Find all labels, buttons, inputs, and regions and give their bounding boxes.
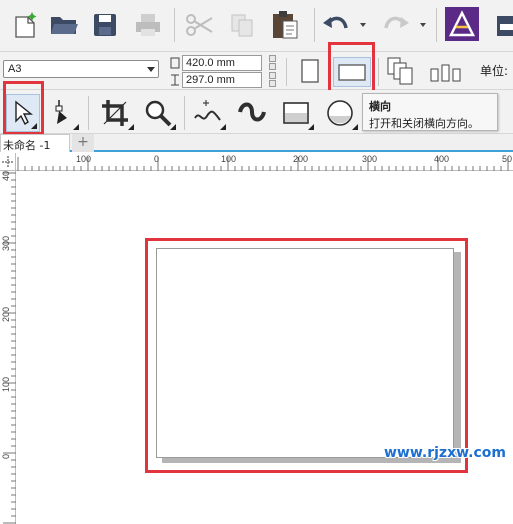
landscape-icon xyxy=(338,64,366,81)
toolbar-separator xyxy=(378,58,379,86)
all-pages-button[interactable] xyxy=(384,54,420,88)
flyout-corner-icon xyxy=(31,123,37,129)
tab-label: 未命名 -1 xyxy=(3,139,51,152)
undo-icon[interactable] xyxy=(320,10,354,40)
ruler-label: 300 xyxy=(1,236,11,252)
all-pages-icon xyxy=(387,57,413,85)
portrait-icon xyxy=(301,59,319,83)
freehand-tool-button[interactable] xyxy=(188,94,228,132)
ruler-label: 50 xyxy=(502,154,513,164)
ellipse-tool-button[interactable] xyxy=(320,94,360,132)
save-icon[interactable] xyxy=(90,10,120,40)
document-page[interactable] xyxy=(156,248,454,458)
pick-tool-button[interactable] xyxy=(6,94,40,132)
artistic-media-icon xyxy=(238,102,266,122)
ellipse-icon xyxy=(327,100,353,126)
height-input[interactable]: 297.0 mm xyxy=(182,72,262,88)
width-dimension-icon xyxy=(170,57,180,69)
tab-document[interactable]: 未命名 -1 xyxy=(0,134,70,152)
app-launcher-icon[interactable] xyxy=(444,6,480,42)
height-row: 297.0 mm xyxy=(170,72,276,88)
magnifier-icon xyxy=(145,100,172,127)
landscape-button[interactable] xyxy=(333,57,371,87)
new-document-icon[interactable] xyxy=(10,10,40,40)
paper-size-value: A3 xyxy=(8,63,22,75)
print-icon[interactable] xyxy=(132,10,164,40)
spin-up-icon[interactable] xyxy=(269,72,276,79)
publish-icon[interactable] xyxy=(494,10,513,40)
copy-icon[interactable] xyxy=(226,10,258,40)
ruler-label: 40 xyxy=(1,171,11,182)
rectangle-tool-button[interactable] xyxy=(276,94,316,132)
zoom-tool-button[interactable] xyxy=(138,94,178,132)
landscape-tooltip: 横向 打开和关闭横向方向。 xyxy=(362,93,498,131)
cut-icon[interactable] xyxy=(182,10,216,40)
flyout-corner-icon xyxy=(220,124,226,130)
flyout-corner-icon xyxy=(128,124,134,130)
width-spinner[interactable] xyxy=(262,55,276,71)
width-input[interactable]: 420.0 mm xyxy=(182,55,262,71)
height-value: 297.0 mm xyxy=(186,74,235,86)
redo-icon[interactable] xyxy=(378,10,412,40)
flyout-corner-icon xyxy=(352,124,358,130)
open-folder-icon[interactable] xyxy=(47,10,81,40)
rectangle-icon xyxy=(283,102,309,124)
height-spinner[interactable] xyxy=(262,72,276,88)
tooltip-description: 打开和关闭横向方向。 xyxy=(369,117,479,130)
ruler-label: 200 xyxy=(293,154,309,164)
standard-toolbar xyxy=(0,0,513,52)
ruler-origin-icon xyxy=(2,156,14,168)
crop-tool-button[interactable] xyxy=(96,94,136,132)
new-tab-button[interactable]: + xyxy=(72,134,94,152)
flyout-corner-icon xyxy=(73,124,79,130)
width-value: 420.0 mm xyxy=(186,57,235,69)
artistic-media-tool-button[interactable] xyxy=(232,94,272,132)
undo-dropdown-icon[interactable] xyxy=(360,23,366,27)
document-tab-strip: 未命名 -1 + xyxy=(0,134,513,152)
toolbar-separator xyxy=(184,96,185,130)
units-label: 单位: xyxy=(480,64,509,78)
vertical-ruler[interactable]: 40 300 200 100 0 xyxy=(0,171,16,524)
ruler-label: 300 xyxy=(362,154,378,164)
ruler-origin[interactable] xyxy=(0,153,16,171)
width-row: 420.0 mm xyxy=(170,55,276,71)
spin-up-icon[interactable] xyxy=(269,55,276,62)
horizontal-ruler[interactable]: 100 0 100 200 300 400 50 xyxy=(16,153,513,171)
toolbar-separator xyxy=(286,58,287,86)
ruler-label: 0 xyxy=(154,154,160,164)
ruler-label: 100 xyxy=(1,377,11,393)
watermark-text: www.rjzxw.com xyxy=(384,445,506,461)
redo-dropdown-icon[interactable] xyxy=(420,23,426,27)
ruler-label: 200 xyxy=(1,307,11,323)
paper-size-select[interactable]: A3 xyxy=(3,60,159,78)
toolbar-separator xyxy=(436,8,437,42)
ruler-label: 0 xyxy=(1,454,11,460)
spin-down-icon[interactable] xyxy=(269,63,276,70)
toolbar-separator xyxy=(314,8,315,42)
toolbar-separator xyxy=(174,8,175,42)
ruler-label: 400 xyxy=(434,154,450,164)
paste-icon[interactable] xyxy=(268,8,302,42)
spin-down-icon[interactable] xyxy=(269,80,276,87)
toolbar-separator xyxy=(88,96,89,130)
vertical-ruler-ticks xyxy=(3,172,16,524)
chevron-down-icon xyxy=(147,67,155,72)
flyout-corner-icon xyxy=(308,124,314,130)
height-dimension-icon xyxy=(171,74,179,86)
ruler-label: 100 xyxy=(76,154,92,164)
tooltip-title: 横向 xyxy=(369,100,391,113)
page-layout-icon xyxy=(430,64,461,82)
flyout-corner-icon xyxy=(170,124,176,130)
current-page-button[interactable] xyxy=(428,56,464,86)
shape-tool-button[interactable] xyxy=(47,94,81,132)
portrait-button[interactable] xyxy=(296,56,324,86)
ruler-label: 100 xyxy=(221,154,237,164)
